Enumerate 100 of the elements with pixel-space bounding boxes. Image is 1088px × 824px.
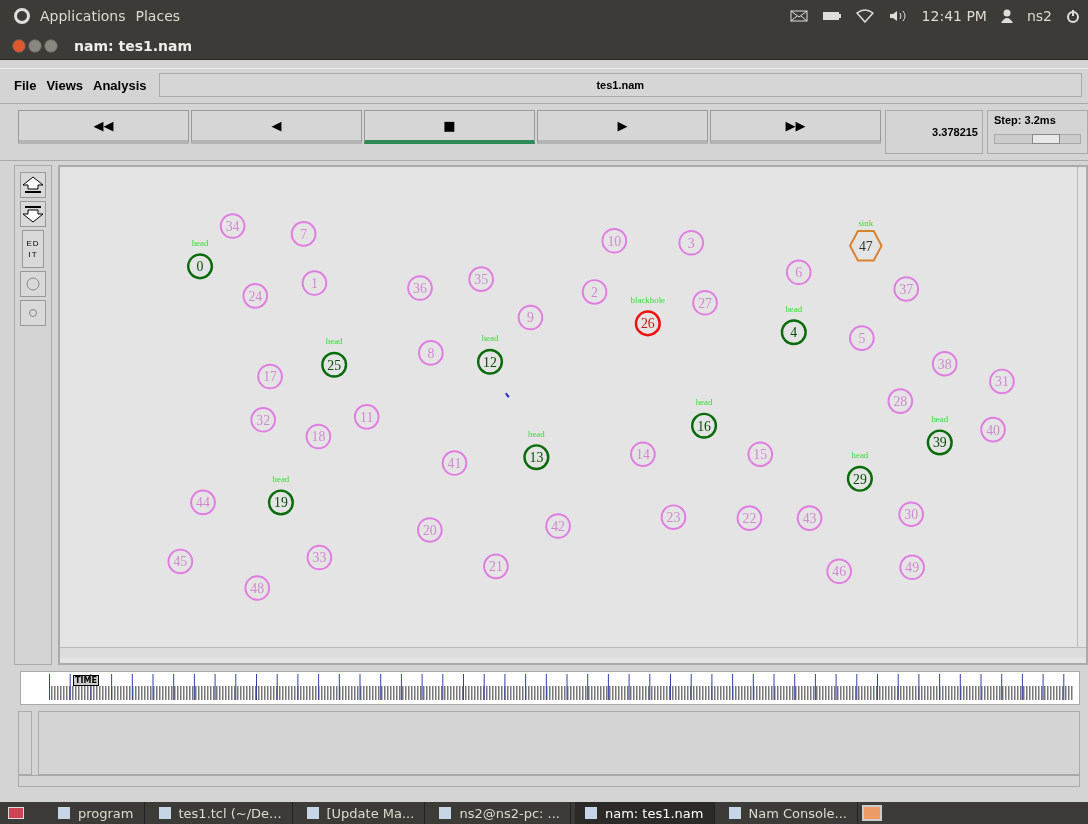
node-number: 12	[483, 354, 497, 370]
window-icon	[306, 807, 319, 819]
node-number: 34	[225, 218, 240, 234]
power-icon[interactable]	[1066, 9, 1080, 23]
user-name[interactable]: ns2	[1026, 8, 1052, 24]
panel-menu[interactable]: Applications	[40, 8, 126, 24]
menu-item[interactable]: File	[14, 77, 37, 93]
taskbar-item[interactable]: Nam Console...	[718, 802, 858, 824]
node	[736, 505, 763, 531]
cluster-head-node	[780, 319, 807, 346]
node	[483, 553, 509, 580]
battery-icon[interactable]	[821, 11, 842, 21]
cluster-head-node	[691, 412, 718, 439]
panel-menu[interactable]: Places	[135, 8, 181, 24]
close-button[interactable]	[12, 38, 26, 53]
node-number: 49	[905, 560, 920, 576]
node-number: 16	[697, 418, 711, 434]
step-slider[interactable]	[994, 134, 1081, 144]
time-marker[interactable]: TIME	[73, 675, 99, 686]
node	[250, 407, 276, 433]
node	[931, 350, 958, 377]
node-number: 25	[327, 357, 342, 373]
node-number: 21	[489, 559, 503, 575]
node-number: 17	[263, 369, 277, 385]
vertical-scrollbar[interactable]	[18, 711, 32, 775]
mail-icon[interactable]	[789, 10, 808, 22]
node	[353, 404, 380, 430]
menu-item[interactable]: Views	[46, 77, 84, 93]
node-label: head	[272, 473, 290, 484]
playback-button[interactable]: ◀	[191, 110, 362, 144]
node-number: 42	[551, 518, 565, 534]
node-number: 5	[858, 331, 866, 347]
node-number: 32	[256, 412, 271, 428]
window-icon	[158, 807, 171, 819]
node	[242, 283, 269, 309]
show-desktop-icon[interactable]	[8, 807, 24, 819]
node-number: 7	[300, 226, 308, 242]
node	[898, 501, 924, 527]
wifi-icon[interactable]	[855, 9, 874, 23]
node-label: head	[191, 237, 209, 248]
node	[980, 416, 1006, 443]
timeline-bar[interactable]: TIME	[20, 671, 1080, 705]
window-icon	[584, 807, 597, 819]
cluster-head-node	[187, 253, 214, 280]
node-number: 33	[312, 550, 327, 566]
taskbar-item[interactable]: nam: tes1.nam	[574, 802, 715, 824]
node-label: sink	[858, 218, 874, 228]
volume-icon[interactable]	[887, 9, 908, 23]
node-number: 44	[196, 495, 210, 511]
node-label: head	[481, 333, 499, 344]
ubuntu-logo-icon[interactable]	[14, 8, 30, 24]
node-number: 36	[413, 280, 427, 296]
node-number: 14	[636, 447, 650, 463]
node-number: 18	[311, 429, 326, 445]
node-label: head	[528, 428, 545, 439]
taskbar-item[interactable]: [Update Ma...	[296, 802, 426, 824]
node-tool-button[interactable]	[20, 271, 46, 297]
node-number: 15	[753, 447, 768, 463]
node	[417, 517, 443, 543]
taskbar-item[interactable]: ns2@ns2-pc: ...	[429, 802, 571, 824]
playback-button[interactable]: ▶▶	[710, 110, 881, 144]
node-number: 9	[527, 310, 534, 326]
cluster-head-node	[267, 489, 294, 516]
playback-button[interactable]: ■	[364, 110, 535, 144]
node-number: 8	[427, 345, 435, 361]
menu-item[interactable]: Analysis	[93, 77, 147, 93]
edit-button[interactable]: ED IT	[22, 230, 44, 268]
node	[899, 554, 925, 581]
node-label: head	[931, 413, 949, 424]
node	[796, 505, 823, 531]
taskbar-item[interactable]: program	[48, 802, 145, 824]
horizontal-scrollbar[interactable]	[60, 647, 1086, 658]
node-label: head	[325, 336, 343, 347]
node-number: 45	[173, 554, 188, 570]
node	[257, 363, 283, 390]
node	[167, 548, 194, 575]
node-label: head	[851, 450, 869, 461]
small-node-tool-button[interactable]	[20, 300, 46, 326]
node	[305, 423, 332, 450]
zoom-in-button[interactable]	[20, 172, 46, 198]
node-number: 38	[937, 356, 952, 372]
taskbar-item[interactable]: tes1.tcl (~/De...	[148, 802, 293, 824]
clock[interactable]: 12:41 PM	[921, 8, 987, 24]
node	[893, 276, 920, 302]
node-number: 19	[274, 495, 288, 511]
node	[441, 450, 468, 476]
minimize-button[interactable]	[28, 38, 42, 53]
node-label: head	[695, 397, 713, 408]
zoom-out-button[interactable]	[20, 201, 46, 227]
horizontal-scrollbar[interactable]	[18, 775, 1080, 787]
node	[747, 441, 774, 467]
cluster-head-node	[321, 351, 348, 378]
node-number: 1	[311, 276, 318, 291]
playback-button[interactable]: ▶	[537, 110, 708, 144]
node-number: 23	[666, 510, 681, 526]
slider-thumb[interactable]	[1032, 134, 1060, 144]
node	[678, 229, 705, 256]
playback-button[interactable]: ◀◀	[18, 110, 189, 144]
maximize-button[interactable]	[44, 38, 58, 53]
node	[517, 304, 544, 331]
